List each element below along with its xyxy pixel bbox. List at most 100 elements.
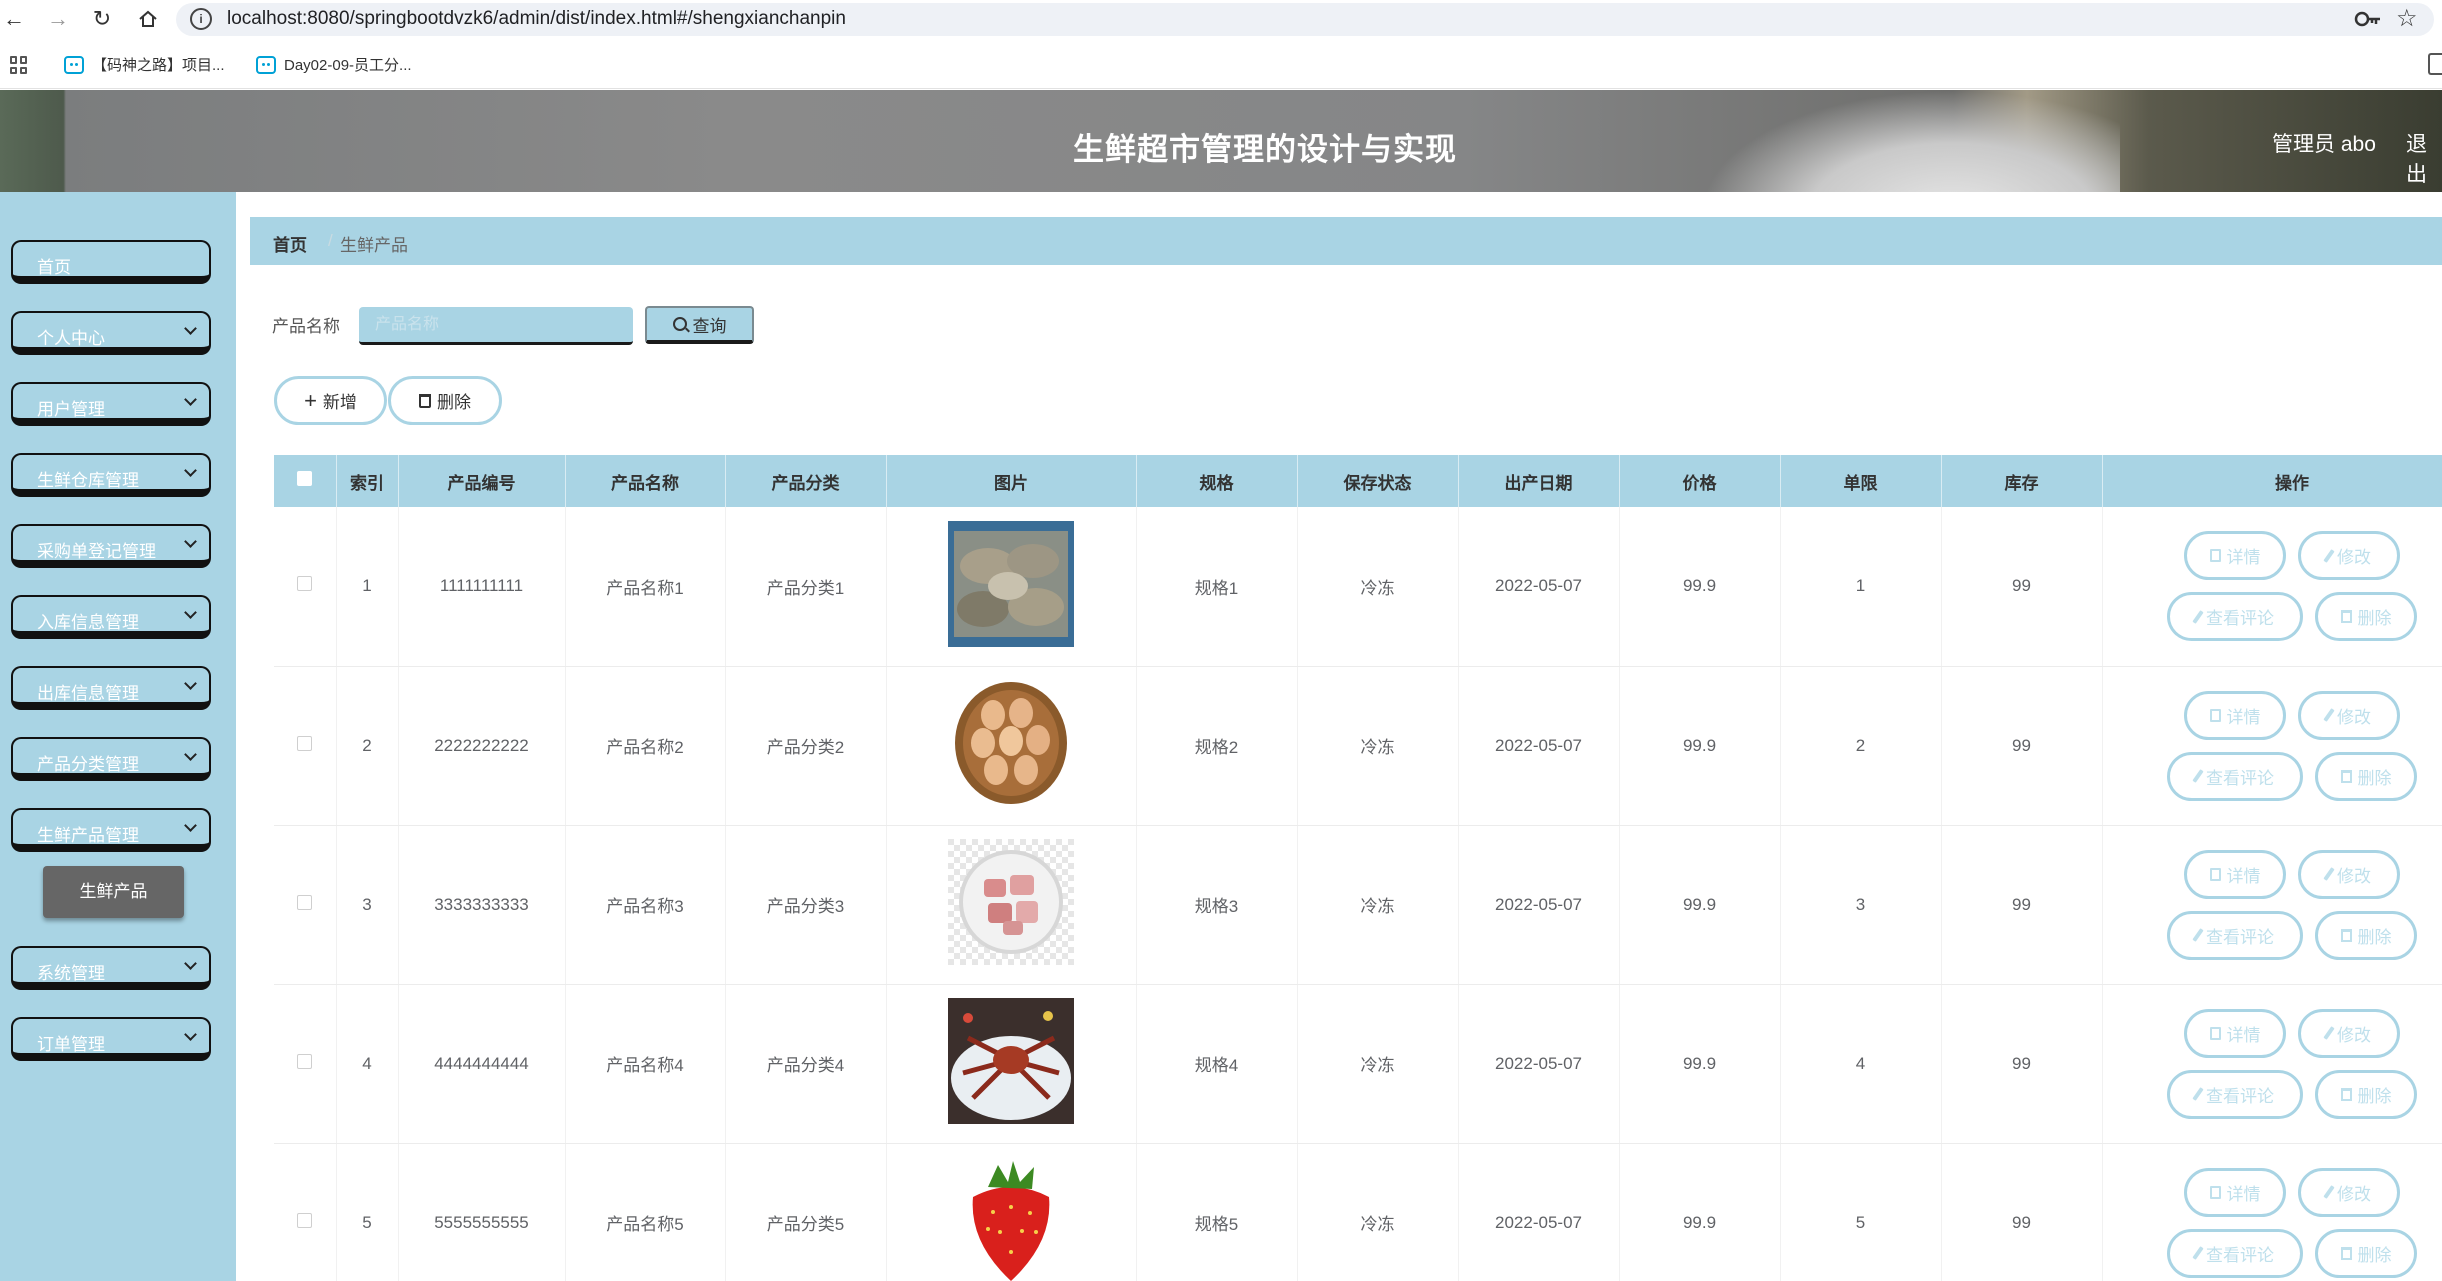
row-select-cell[interactable] — [274, 507, 337, 667]
product-image-eggs — [948, 680, 1074, 806]
edit-icon — [2323, 867, 2335, 881]
actions-cell: 详情 修改查看评论 删除 — [2102, 825, 2442, 985]
view-reviews-button[interactable]: 查看评论 — [2167, 751, 2303, 801]
table-row: 2 2222222222 产品名称2 产品分类2 规格2 冷冻 2022-05-07 99.9… — [274, 666, 2442, 826]
reload-icon[interactable]: ↻ — [88, 5, 116, 33]
stock-cell: 99 — [1941, 666, 2103, 826]
edit-icon — [2323, 548, 2335, 563]
spec-cell: 规格3 — [1136, 825, 1298, 985]
row-checkbox[interactable] — [297, 576, 313, 592]
logout-link[interactable]: 退出 — [2406, 128, 2442, 188]
sidebar-item-fresh-product-management[interactable]: 生鲜产品管理 — [11, 808, 211, 852]
date-cell: 2022-05-07 — [1458, 1143, 1620, 1281]
detail-button[interactable]: 详情 — [2184, 690, 2286, 740]
row-checkbox[interactable] — [297, 894, 313, 910]
row-delete-button[interactable]: 删除 — [2315, 910, 2417, 960]
product-category-cell: 产品分类1 — [725, 507, 887, 667]
bookmark-star-icon[interactable]: ☆ — [2396, 4, 2418, 33]
document-icon — [2209, 867, 2221, 881]
price-cell: 99.9 — [1619, 507, 1781, 667]
url-text[interactable]: localhost:8080/springbootdvzk6/admin/dis… — [227, 8, 846, 30]
bulk-delete-button[interactable]: 删除 — [388, 376, 502, 425]
bookmark-label: Day02-09-员工分... — [284, 57, 412, 74]
sidebar-item-label: 系统管理 — [37, 964, 105, 983]
home-icon[interactable] — [134, 5, 162, 33]
column-header: 单限 — [1780, 455, 1942, 507]
trash-icon — [2340, 610, 2352, 624]
sidebar-item-personal-center[interactable]: 个人中心 — [11, 311, 211, 355]
view-reviews-button-label: 查看评论 — [2206, 609, 2274, 629]
bookmarks-overflow-icon[interactable] — [2428, 53, 2442, 75]
apps-grid-icon[interactable] — [10, 56, 28, 74]
sidebar-item-user-management[interactable]: 用户管理 — [11, 382, 211, 426]
bookmark-item[interactable]: 【码神之路】项目... — [64, 54, 225, 75]
view-reviews-button[interactable]: 查看评论 — [2167, 592, 2303, 642]
row-delete-button[interactable]: 删除 — [2315, 1228, 2417, 1278]
site-info-icon[interactable]: i — [190, 8, 212, 30]
view-reviews-button[interactable]: 查看评论 — [2167, 1069, 2303, 1119]
select-all-checkbox[interactable] — [297, 471, 313, 486]
search-button[interactable]: 查询 — [645, 306, 754, 344]
row-select-cell[interactable] — [274, 666, 337, 826]
edit-button-label: 修改 — [2337, 548, 2371, 568]
sidebar-item-label: 用户管理 — [37, 400, 105, 419]
date-cell: 2022-05-07 — [1458, 507, 1620, 667]
storage-cell: 冷冻 — [1297, 666, 1459, 826]
select-all-cell[interactable] — [274, 455, 337, 507]
sidebar-subitem-fresh-products[interactable]: 生鲜产品 — [43, 866, 184, 918]
row-select-cell[interactable] — [274, 825, 337, 985]
sidebar-item-system-management[interactable]: 系统管理 — [11, 946, 211, 990]
sidebar-item-warehouse-management[interactable]: 生鲜仓库管理 — [11, 453, 211, 497]
add-button[interactable]: + 新增 — [274, 376, 387, 425]
row-delete-button[interactable]: 删除 — [2315, 592, 2417, 642]
app-header: 生鲜超市管理的设计与实现 管理员 abo 退出 — [0, 90, 2442, 192]
edit-button[interactable]: 修改 — [2298, 531, 2400, 581]
limit-cell: 3 — [1780, 825, 1942, 985]
bookmark-item[interactable]: Day02-09-员工分... — [256, 54, 412, 75]
row-checkbox[interactable] — [297, 735, 313, 751]
forward-icon[interactable]: → — [44, 5, 72, 33]
sidebar-item-category-management[interactable]: 产品分类管理 — [11, 737, 211, 781]
row-delete-button[interactable]: 删除 — [2315, 751, 2417, 801]
row-select-cell[interactable] — [274, 984, 337, 1144]
chevron-down-icon — [184, 819, 197, 832]
edit-button[interactable]: 修改 — [2298, 849, 2400, 899]
search-label: 产品名称 — [272, 317, 340, 336]
index-cell: 2 — [336, 666, 399, 826]
detail-button[interactable]: 详情 — [2184, 849, 2286, 899]
detail-button[interactable]: 详情 — [2184, 1167, 2286, 1217]
breadcrumb-current: 生鲜产品 — [340, 236, 408, 255]
row-delete-button[interactable]: 删除 — [2315, 1069, 2417, 1119]
sidebar-item-home[interactable]: 首页 — [11, 240, 211, 284]
product-code-cell: 3333333333 — [398, 825, 566, 985]
edit-button[interactable]: 修改 — [2298, 1167, 2400, 1217]
row-select-cell[interactable] — [274, 1143, 337, 1281]
row-checkbox[interactable] — [297, 1212, 313, 1228]
view-reviews-button-label: 查看评论 — [2206, 927, 2274, 947]
search-input[interactable] — [359, 307, 633, 345]
sidebar-item-outbound-management[interactable]: 出库信息管理 — [11, 666, 211, 710]
password-key-icon[interactable] — [2354, 8, 2382, 30]
edit-icon — [2192, 609, 2204, 624]
view-reviews-button[interactable]: 查看评论 — [2167, 910, 2303, 960]
column-header: 价格 — [1619, 455, 1781, 507]
back-icon[interactable]: ← — [0, 5, 28, 33]
detail-button[interactable]: 详情 — [2184, 531, 2286, 581]
chevron-down-icon — [184, 677, 197, 690]
edit-button-label: 修改 — [2337, 866, 2371, 886]
sidebar-item-inbound-management[interactable]: 入库信息管理 — [11, 595, 211, 639]
edit-button[interactable]: 修改 — [2298, 690, 2400, 740]
view-reviews-button[interactable]: 查看评论 — [2167, 1228, 2303, 1278]
sidebar-item-order-management[interactable]: 订单管理 — [11, 1017, 211, 1061]
product-name-cell: 产品名称5 — [565, 1143, 726, 1281]
detail-button-label: 详情 — [2226, 548, 2261, 568]
breadcrumb-home[interactable]: 首页 — [273, 231, 307, 256]
view-reviews-button-label: 查看评论 — [2206, 768, 2274, 788]
row-checkbox[interactable] — [297, 1053, 313, 1069]
sidebar-item-purchase-order-management[interactable]: 采购单登记管理 — [11, 524, 211, 568]
edit-button[interactable]: 修改 — [2298, 1008, 2400, 1058]
chevron-down-icon — [184, 322, 197, 335]
document-icon — [2209, 1185, 2221, 1199]
index-cell: 1 — [336, 507, 399, 667]
detail-button[interactable]: 详情 — [2184, 1008, 2286, 1058]
